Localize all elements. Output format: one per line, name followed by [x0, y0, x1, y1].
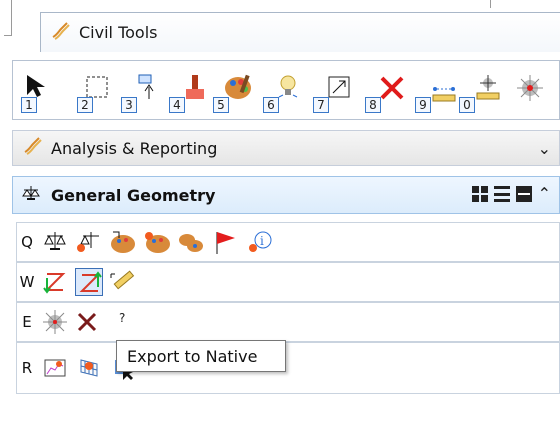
- tool-num: 8: [365, 97, 381, 113]
- tool-num: 0: [459, 97, 475, 113]
- balance-icon[interactable]: [41, 228, 69, 256]
- top-strip: [0, 0, 560, 36]
- sun-target-icon[interactable]: [41, 308, 69, 336]
- palette-edit-icon[interactable]: [109, 228, 137, 256]
- palette-star-icon[interactable]: [143, 228, 171, 256]
- tool-num: 4: [169, 97, 185, 113]
- tool-num: 3: [121, 97, 137, 113]
- general-geometry-label: General Geometry: [51, 185, 216, 205]
- bracket-decoration: [4, 0, 12, 36]
- palette-group-icon[interactable]: [177, 228, 205, 256]
- graph-star-icon[interactable]: [41, 354, 69, 382]
- red-flag-icon[interactable]: [211, 228, 239, 256]
- workflow-icon: [51, 21, 71, 45]
- grid-view-icon[interactable]: [471, 186, 488, 202]
- row-r: R: [16, 342, 560, 394]
- cut-icon[interactable]: [75, 308, 103, 336]
- tool-palette[interactable]: 5: [213, 73, 257, 113]
- tool-num: 7: [313, 97, 329, 113]
- svg-text:i: i: [260, 234, 264, 248]
- tool-num: 2: [77, 97, 93, 113]
- tool-measure-distance[interactable]: 9: [415, 73, 459, 113]
- tool-move[interactable]: 3: [121, 73, 161, 113]
- ruler-edit-icon[interactable]: [109, 268, 137, 296]
- help-icon[interactable]: ?: [109, 308, 137, 336]
- measure-ruler-icon: [475, 73, 501, 107]
- tool-num: 6: [263, 97, 279, 113]
- main-toolbar: 1 2 3 4 5 6 7 8 9 0: [12, 60, 560, 120]
- tool-num: 5: [213, 97, 229, 113]
- tool-select[interactable]: 1: [21, 73, 61, 113]
- tool-place[interactable]: 4: [169, 73, 209, 113]
- balance-star-icon[interactable]: [75, 228, 103, 256]
- tool-target[interactable]: [509, 73, 549, 113]
- measure-distance-icon: [431, 83, 457, 107]
- info-icon[interactable]: i: [245, 228, 273, 256]
- target-icon: [515, 73, 545, 107]
- analysis-reporting-header[interactable]: Analysis & Reporting ⌄: [12, 130, 560, 166]
- list-view-icon[interactable]: [493, 186, 510, 202]
- row-e: E ?: [16, 302, 560, 342]
- block-view-icon[interactable]: [515, 186, 532, 202]
- collapse-up-icon[interactable]: ⌃: [538, 186, 551, 202]
- row-key: R: [21, 359, 33, 377]
- z-curve-up-icon[interactable]: [75, 268, 103, 296]
- chevron-down-icon[interactable]: ⌄: [538, 139, 551, 158]
- tooltip: Export to Native: [116, 340, 286, 372]
- workflow-title: Civil Tools: [79, 23, 158, 42]
- row-key: E: [22, 313, 32, 331]
- row-w: W: [16, 262, 560, 302]
- row-key: W: [19, 273, 35, 291]
- tool-measure-ruler[interactable]: 0: [459, 73, 503, 113]
- tooltip-text: Export to Native: [127, 346, 258, 366]
- workflow-tab[interactable]: Civil Tools: [40, 12, 560, 52]
- workflow-icon: [23, 136, 43, 160]
- tool-num: 9: [415, 97, 431, 113]
- grid-star-icon[interactable]: [75, 354, 103, 382]
- svg-text:?: ?: [119, 311, 125, 325]
- tool-scale[interactable]: 7: [313, 73, 357, 113]
- z-curve-down-icon[interactable]: [41, 268, 69, 296]
- row-q: Q i: [16, 222, 560, 262]
- tool-num: 1: [21, 97, 37, 113]
- tool-delete[interactable]: 8: [365, 73, 409, 113]
- balance-icon: [21, 184, 41, 206]
- general-geometry-header[interactable]: General Geometry ⌃: [12, 176, 560, 214]
- delete-x-icon: [379, 75, 405, 105]
- row-key: Q: [21, 233, 33, 251]
- tool-fence[interactable]: 2: [77, 73, 117, 113]
- top-tick: [490, 0, 491, 8]
- analysis-reporting-label: Analysis & Reporting: [51, 138, 218, 158]
- tool-bulb[interactable]: 6: [263, 73, 307, 113]
- place-element-icon: [183, 73, 207, 107]
